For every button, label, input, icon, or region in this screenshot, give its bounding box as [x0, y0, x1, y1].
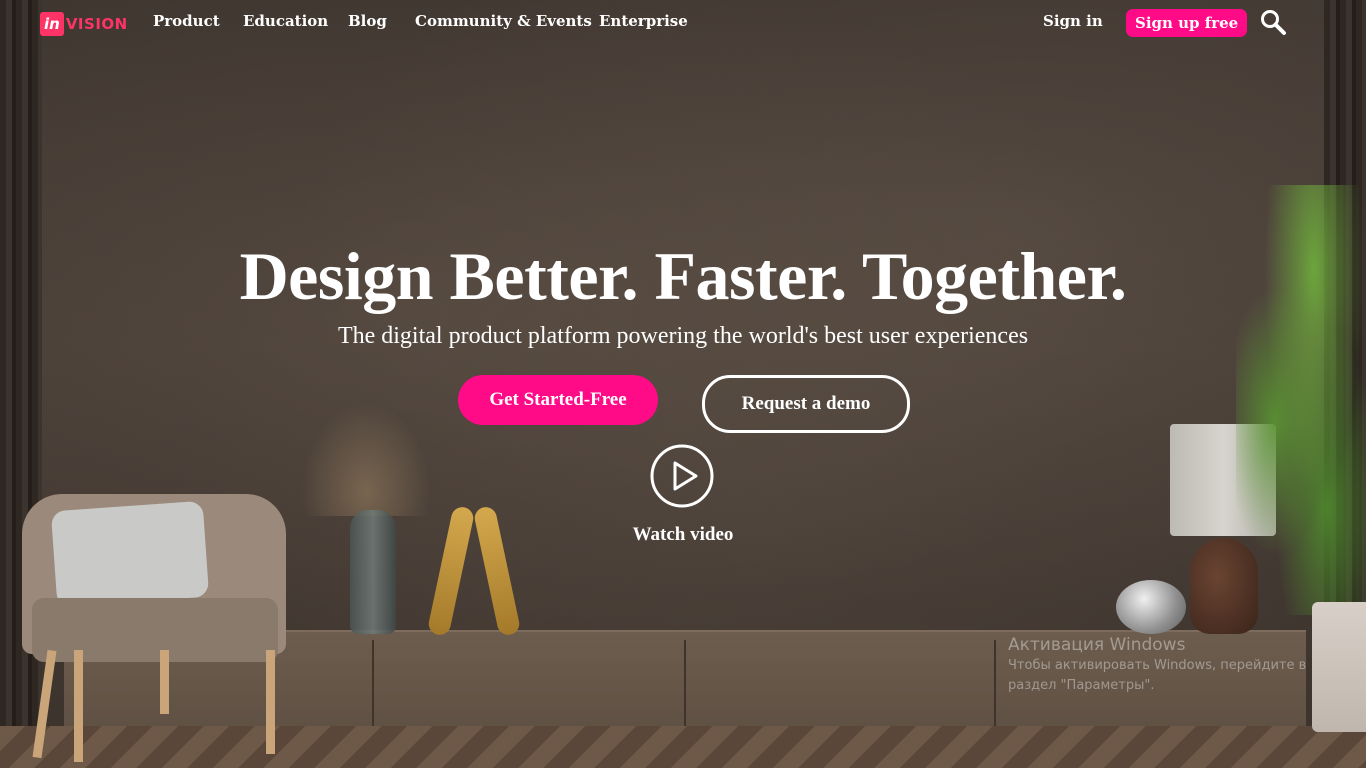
- herringbone-floor: [0, 726, 1366, 768]
- cabinet-divider: [372, 640, 374, 740]
- hero-title: Design Better. Faster. Together.: [239, 238, 1127, 314]
- top-nav: in VISION Product Education Blog Communi…: [0, 0, 1366, 46]
- armchair-seat: [32, 598, 278, 662]
- logo-mark: in: [40, 12, 64, 36]
- request-demo-button[interactable]: Request a demo: [702, 375, 910, 433]
- watch-video-link[interactable]: Watch video: [600, 522, 766, 548]
- chair-leg: [266, 650, 275, 754]
- invision-logo[interactable]: in VISION: [40, 11, 128, 37]
- cabinet-divider: [994, 640, 996, 740]
- nav-blog[interactable]: Blog: [348, 12, 387, 30]
- search-icon[interactable]: [1259, 8, 1287, 36]
- nav-product[interactable]: Product: [153, 12, 220, 30]
- page: in VISION Product Education Blog Communi…: [0, 0, 1366, 768]
- nav-education[interactable]: Education: [243, 12, 328, 30]
- plant-pot: [1312, 602, 1366, 732]
- windows-activation-watermark: Активация Windows Чтобы активировать Win…: [1008, 634, 1306, 696]
- dried-flowers: [296, 396, 436, 516]
- cabinet-divider: [684, 640, 686, 740]
- silver-orb: [1116, 580, 1186, 634]
- nav-community-events[interactable]: Community & Events: [415, 12, 592, 30]
- nav-enterprise[interactable]: Enterprise: [599, 12, 688, 30]
- watermark-line: раздел "Параметры".: [1008, 678, 1155, 693]
- sign-in-link[interactable]: Sign in: [1043, 12, 1103, 30]
- play-icon[interactable]: [650, 444, 714, 508]
- sign-up-button[interactable]: Sign up free: [1126, 9, 1248, 37]
- hero-subtitle: The digital product platform powering th…: [337, 323, 1029, 349]
- chair-leg: [160, 650, 169, 714]
- pillow: [50, 500, 210, 608]
- watermark-line: Чтобы активировать Windows, перейдите в: [1008, 658, 1307, 673]
- glass-vase: [350, 510, 396, 634]
- chair-leg: [74, 650, 83, 762]
- get-started-button[interactable]: Get Started-Free: [458, 375, 658, 425]
- logo-wordmark: VISION: [65, 15, 128, 33]
- watermark-title: Активация Windows: [1008, 635, 1186, 655]
